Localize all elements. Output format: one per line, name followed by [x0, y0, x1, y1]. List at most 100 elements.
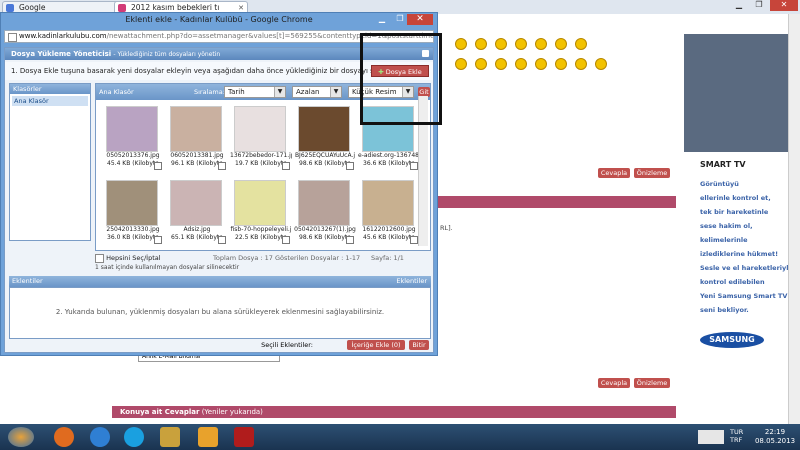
ad-line: Yeni Samsung Smart TV: [700, 292, 788, 300]
reply-button[interactable]: Cevapla: [598, 168, 630, 178]
site-favicon-icon: [118, 4, 126, 12]
file-tile[interactable]: Adsiz.jpg 65.1 KB (Kilobyte: [166, 178, 228, 250]
file-select-checkbox[interactable]: [282, 236, 290, 244]
folders-header: Klasörler: [10, 84, 90, 94]
file-select-checkbox[interactable]: [346, 162, 354, 170]
emoticon-icon[interactable]: [535, 58, 547, 70]
emoticon-icon[interactable]: [475, 38, 487, 50]
chevron-down-icon: ▼: [274, 87, 285, 97]
ad-line: kontrol edilebilen: [700, 278, 765, 286]
emoticon-icon[interactable]: [455, 58, 467, 70]
mcafee-icon[interactable]: [234, 427, 254, 447]
file-thumbnail[interactable]: [106, 106, 158, 152]
file-name: 05052013376.jpg: [106, 152, 160, 159]
ad-line: izlediklerine hükmet!: [700, 250, 779, 258]
file-thumbnail[interactable]: [298, 180, 350, 226]
tray-icons[interactable]: [698, 430, 724, 444]
ad-line: seni bekliyor.: [700, 306, 749, 314]
emoticon-icon[interactable]: [575, 38, 587, 50]
ad-line: kelimelerinle: [700, 236, 748, 244]
emoticon-icon[interactable]: [475, 58, 487, 70]
file-thumbnail[interactable]: [106, 180, 158, 226]
file-name: fisb-70-hoppeleyeli.j: [230, 226, 292, 233]
attachments-drop-area[interactable]: 2. Yukarıda bulunan, yüklenmiş dosyaları…: [9, 287, 431, 339]
samsung-tv-ad-image[interactable]: [684, 34, 788, 152]
file-name: 16122012600.jpg: [362, 226, 416, 233]
emoticon-icon[interactable]: [495, 38, 507, 50]
close-icon[interactable]: ✕: [407, 14, 433, 25]
skype-icon[interactable]: [124, 427, 144, 447]
files-footer: Hepsini Seç/İptal Toplam Dosya : 17 Göst…: [95, 253, 431, 263]
emoticon-icon[interactable]: [595, 58, 607, 70]
emoticon-icon[interactable]: [535, 38, 547, 50]
emoticon-icon[interactable]: [555, 38, 567, 50]
attachments-header: Eklentiler Eklentiler: [9, 276, 431, 287]
minimize-icon[interactable]: ▁: [730, 0, 748, 11]
select-all-checkbox[interactable]: [95, 253, 104, 263]
emoticon-icon[interactable]: [575, 58, 587, 70]
emoticon-icon[interactable]: [515, 58, 527, 70]
file-select-checkbox[interactable]: [218, 162, 226, 170]
internet-explorer-icon[interactable]: [90, 427, 110, 447]
page-icon: [8, 33, 17, 42]
file-select-checkbox[interactable]: [218, 236, 226, 244]
chevron-down-icon: ▼: [330, 87, 341, 97]
preview-button[interactable]: Önizleme: [634, 168, 670, 178]
file-select-checkbox[interactable]: [282, 162, 290, 170]
firefox-icon[interactable]: [54, 427, 74, 447]
insert-into-content-button[interactable]: İçeriğe Ekle (0): [347, 340, 405, 350]
clock[interactable]: 22:19 08.05.2013: [752, 428, 798, 446]
file-select-checkbox[interactable]: [154, 162, 162, 170]
sort-by-select[interactable]: Tarih ▼: [224, 86, 286, 98]
emoticon-icon[interactable]: [495, 58, 507, 70]
winrar-icon[interactable]: [160, 427, 180, 447]
file-select-checkbox[interactable]: [154, 236, 162, 244]
ad-brand: SMART TV: [700, 160, 746, 169]
file-thumbnail[interactable]: [234, 106, 286, 152]
file-tile[interactable]: 05042013267(1).jpg 98.6 KB (Kilobyte: [294, 178, 356, 250]
ad-line: ellerinle kontrol et,: [700, 194, 771, 202]
windows-taskbar: TUR TRF 22:19 08.05.2013: [0, 424, 800, 450]
file-name: Adsiz.jpg: [183, 226, 211, 233]
ad-line: Sesle ve el hareketleriyle: [700, 264, 793, 272]
folders-panel: Klasörler Ana Klasör: [9, 83, 91, 241]
minimize-icon[interactable]: ▁: [373, 14, 391, 25]
file-select-checkbox[interactable]: [410, 162, 418, 170]
file-tile[interactable]: 05052013376.jpg 45.4 KB (Kilobyte: [102, 104, 164, 176]
file-thumbnail[interactable]: [234, 180, 286, 226]
sort-order-select[interactable]: Azalan ▼: [292, 86, 342, 98]
emoticon-icon[interactable]: [555, 58, 567, 70]
file-thumbnail[interactable]: [170, 180, 222, 226]
file-name: 13672bebedor-171.jpg: [230, 152, 292, 159]
post-text: RL].: [440, 224, 453, 232]
emoticon-icon[interactable]: [455, 38, 467, 50]
samsung-logo[interactable]: SAMSUNG: [700, 332, 764, 348]
preview-button-bottom[interactable]: Önizleme: [634, 378, 670, 388]
file-thumbnail[interactable]: [298, 106, 350, 152]
file-tile[interactable]: BJ625EQCUAYuUcA.j 98.6 KB (Kilobyte: [294, 104, 356, 176]
maximize-icon[interactable]: ❐: [750, 0, 768, 11]
start-button-icon[interactable]: [8, 427, 34, 447]
file-tile[interactable]: 13672bebedor-171.jpg 19.7 KB (Kilobyte: [230, 104, 292, 176]
file-select-checkbox[interactable]: [346, 236, 354, 244]
file-tile[interactable]: 06052013381.jpg 96.1 KB (Kilobyte: [166, 104, 228, 176]
page-scrollbar[interactable]: [788, 14, 800, 424]
file-thumbnail[interactable]: [362, 180, 414, 226]
folder-item-ana-klasor[interactable]: Ana Klasör: [12, 96, 88, 106]
file-tile[interactable]: 25042013330.jpg 36.0 KB (Kilobyte: [102, 178, 164, 250]
close-window-icon[interactable]: ✕: [770, 0, 798, 11]
file-name: e-adiest.org-13674839: [358, 152, 420, 159]
file-thumbnail[interactable]: [170, 106, 222, 152]
finish-button[interactable]: Bitir: [409, 340, 429, 350]
file-name: 06052013381.jpg: [170, 152, 224, 159]
file-name: 05042013267(1).jpg: [294, 226, 356, 233]
language-indicator[interactable]: TUR TRF: [730, 428, 743, 444]
file-select-checkbox[interactable]: [410, 236, 418, 244]
file-tile[interactable]: 16122012600.jpg 45.6 KB (Kilobyte: [358, 178, 420, 250]
file-tile[interactable]: fisb-70-hoppeleyeli.j 22.5 KB (Kilobyte: [230, 178, 292, 250]
media-player-icon[interactable]: [198, 427, 218, 447]
file-name: BJ625EQCUAYuUcA.j: [294, 152, 356, 159]
highlight-box: [360, 33, 442, 125]
reply-button-bottom[interactable]: Cevapla: [598, 378, 630, 388]
emoticon-icon[interactable]: [515, 38, 527, 50]
